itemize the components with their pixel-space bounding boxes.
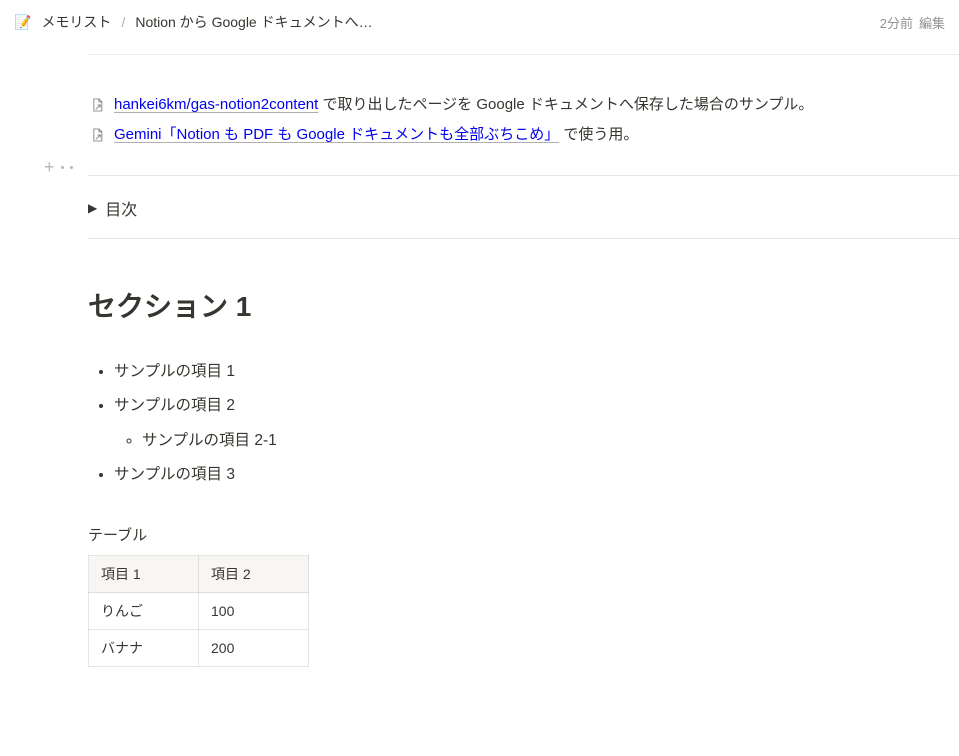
- triangle-right-icon: ▶: [88, 201, 97, 215]
- breadcrumb-separator: /: [121, 14, 125, 30]
- data-table: 項目 1 項目 2 りんご 100 バナナ 200: [88, 555, 309, 667]
- page-link-icon: [88, 96, 106, 114]
- toc-toggle[interactable]: ▶ 目次: [88, 186, 959, 230]
- link-line-2: Gemini「Notion も PDF も Google ドキュメントも全部ぶち…: [88, 123, 959, 147]
- table-header-cell: 項目 2: [199, 556, 309, 593]
- table-cell: りんご: [89, 593, 199, 630]
- breadcrumb-parent[interactable]: メモリスト: [37, 10, 115, 34]
- page-meta: 2分前 編集: [880, 13, 945, 32]
- link-2-rest: で使う用。: [559, 126, 638, 143]
- list-item-label: サンプルの項目 2: [114, 397, 235, 414]
- page-link-icon: [88, 126, 106, 144]
- section-1-heading: セクション 1: [88, 285, 959, 325]
- table-header-cell: 項目 1: [89, 556, 199, 593]
- drag-handle-icon[interactable]: [61, 166, 73, 169]
- table-row: バナナ 200: [89, 630, 309, 667]
- table-header-row: 項目 1 項目 2: [89, 556, 309, 593]
- link-line-1: hankei6km/gas-notion2content で取り出したページを …: [88, 93, 959, 117]
- block-gutter: +: [44, 158, 73, 176]
- add-block-icon[interactable]: +: [44, 158, 55, 176]
- bullet-list: サンプルの項目 1 サンプルの項目 2 サンプルの項目 2-1 サンプルの項目 …: [88, 359, 959, 488]
- list-item: サンプルの項目 2-1: [142, 428, 959, 454]
- list-item: サンプルの項目 2 サンプルの項目 2-1: [114, 393, 959, 454]
- breadcrumb: 📝 メモリスト / Notion から Google ドキュメントへ…: [14, 10, 377, 34]
- edited-time: 2分前: [880, 13, 913, 32]
- table-cell: 200: [199, 630, 309, 667]
- divider: [88, 175, 959, 176]
- link-1-rest: で取り出したページを Google ドキュメントへ保存した場合のサンプル。: [318, 96, 813, 113]
- edited-label: 編集: [919, 13, 945, 32]
- divider: [88, 238, 959, 239]
- table-cell: バナナ: [89, 630, 199, 667]
- table-row: りんご 100: [89, 593, 309, 630]
- table-cell: 100: [199, 593, 309, 630]
- table-caption: テーブル: [88, 524, 959, 545]
- toc-label: 目次: [105, 196, 137, 220]
- breadcrumb-current[interactable]: Notion から Google ドキュメントへ…: [131, 10, 376, 34]
- list-item: サンプルの項目 3: [114, 462, 959, 488]
- link-2[interactable]: Gemini「Notion も PDF も Google ドキュメントも全部ぶち…: [114, 126, 559, 143]
- page-icon: 📝: [14, 15, 31, 29]
- link-1[interactable]: hankei6km/gas-notion2content: [114, 96, 318, 113]
- list-item: サンプルの項目 1: [114, 359, 959, 385]
- divider: [88, 54, 959, 55]
